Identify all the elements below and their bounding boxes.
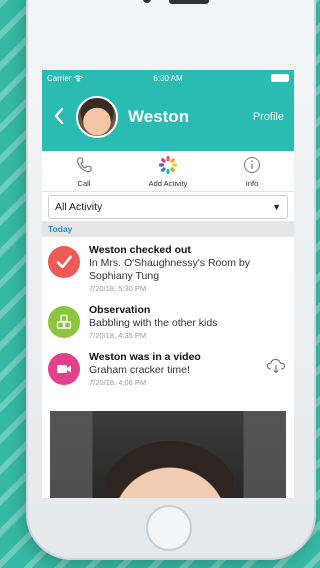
nav-row: Weston Profile — [42, 88, 294, 146]
activity-filter-select[interactable]: All Activity ▼ — [48, 194, 288, 219]
chevron-left-icon — [54, 107, 64, 125]
feed-item-title: Weston was in a video — [89, 351, 201, 363]
blocks-icon — [56, 314, 72, 329]
video-badge — [48, 353, 80, 385]
download-button[interactable] — [266, 358, 286, 379]
cloud-download-icon — [266, 358, 286, 374]
call-button[interactable]: Call — [42, 151, 126, 191]
call-label: Call — [77, 179, 91, 188]
add-activity-button[interactable]: Add Activity — [126, 151, 210, 191]
carrier-label: Carrier — [47, 73, 72, 83]
filter-value: All Activity — [55, 200, 103, 213]
feed-item-time: 7/20/18, 5:30 PM — [89, 284, 147, 293]
feed-item-description: In Mrs. O'Shaughnessy's Room by Sophiany… — [89, 257, 250, 282]
dropdown-arrow-icon: ▼ — [272, 201, 281, 212]
info-icon — [244, 157, 260, 173]
video-camera-icon — [57, 365, 71, 373]
wifi-icon — [74, 75, 84, 82]
feed-item-description: Graham cracker time! — [89, 364, 190, 376]
child-name: Weston — [128, 107, 190, 126]
video-thumbnail[interactable] — [50, 411, 286, 498]
feed-item[interactable]: Weston was in a video Graham cracker tim… — [42, 344, 294, 391]
section-header-today: Today — [42, 221, 294, 237]
feed-item-description: Babbling with the other kids — [89, 317, 218, 329]
status-bar: Carrier 6:30 AM — [42, 70, 294, 86]
feed-item-title: Observation — [89, 304, 151, 316]
earpiece-speaker — [169, 0, 209, 4]
carrier: Carrier — [47, 74, 128, 83]
checkout-badge — [48, 246, 80, 278]
profile-link[interactable]: Profile — [253, 111, 284, 123]
battery — [208, 74, 290, 82]
filter-bar: All Activity ▼ — [42, 192, 294, 221]
home-button[interactable] — [146, 505, 192, 551]
status-time: 6:30 AM — [153, 73, 183, 83]
feed-item-time: 7/20/18, 4:35 PM — [89, 331, 147, 340]
observation-badge — [48, 306, 80, 338]
app-screen: Carrier 6:30 AM Weston Profile Call Add … — [42, 70, 294, 498]
front-camera — [143, 0, 151, 3]
feed-item-title: Weston checked out — [89, 244, 191, 256]
feed-item[interactable]: Observation Babbling with the other kids… — [42, 297, 294, 344]
feed-item[interactable]: Weston checked out In Mrs. O'Shaughnessy… — [42, 237, 294, 297]
avatar[interactable] — [76, 96, 118, 138]
add-activity-label: Add Activity — [148, 179, 188, 188]
info-label: Info — [245, 179, 259, 188]
header-bar: Carrier 6:30 AM Weston Profile — [42, 70, 294, 151]
battery-icon — [271, 74, 290, 82]
add-activity-icon — [159, 156, 177, 174]
phone-icon — [76, 157, 92, 173]
feed-item-time: 7/20/18, 4:06 PM — [89, 378, 147, 387]
action-bar: Call Add Activity Info — [42, 151, 294, 192]
back-button[interactable] — [46, 104, 72, 130]
info-button[interactable]: Info — [210, 151, 294, 191]
checkmark-icon — [56, 255, 72, 269]
